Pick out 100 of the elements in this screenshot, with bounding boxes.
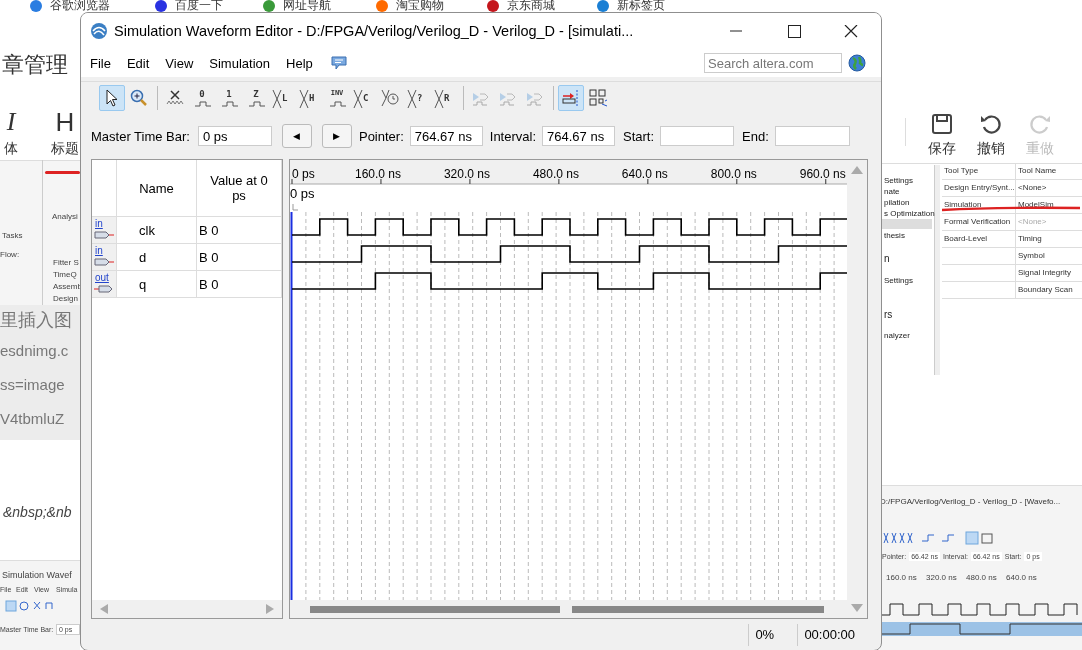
- menu-item[interactable]: Edit: [118, 55, 158, 71]
- table-cell: Simulation: [942, 197, 1016, 214]
- pin-label: out: [95, 273, 109, 283]
- transition-icon: [353, 89, 363, 109]
- redo-icon: [1028, 112, 1052, 136]
- field-label: End:: [742, 128, 769, 144]
- app-icon: [90, 22, 108, 40]
- signal-name: d: [117, 244, 197, 270]
- pasted-text: esdnimg.c: [0, 342, 69, 359]
- settings-item[interactable]: nalyzer: [884, 331, 910, 340]
- pointer-icon: [104, 89, 120, 107]
- tab-label: Tasks: [2, 231, 23, 240]
- field-label: Pointer:: [358, 128, 404, 144]
- tick-label: 320.0 ns: [926, 573, 957, 582]
- settings-item[interactable]: Settings: [884, 276, 913, 285]
- menu-item[interactable]: View: [157, 55, 202, 71]
- unknown-value-icon: [166, 89, 184, 107]
- column-header: Name: [117, 160, 197, 216]
- scroll-down-icon: [851, 604, 863, 612]
- menu-item[interactable]: File: [82, 55, 119, 71]
- scrollbar-thumb[interactable]: [572, 605, 824, 613]
- toolbar-button[interactable]: 0: [189, 85, 215, 111]
- tick-label: 640.0 ns: [1006, 573, 1037, 582]
- menu-item[interactable]: Help: [278, 55, 321, 71]
- toolbar-button[interactable]: 撤销: [977, 112, 1005, 158]
- close-icon: [844, 24, 860, 38]
- undo-icon: [979, 112, 1003, 136]
- field-label: Master Time Bar:: [91, 128, 190, 144]
- toolbar-button[interactable]: 保存: [928, 112, 956, 158]
- time-field[interactable]: 764.67 ns: [542, 126, 616, 146]
- time-field[interactable]: [660, 126, 735, 146]
- thumbnail-title: D:/FPGA/Verilog/Verilog_D - Verilog_D - [Wavefo...: [880, 497, 1061, 506]
- toolbar-button[interactable]: 1: [216, 85, 242, 111]
- chat-icon: [330, 56, 347, 70]
- window-title: Simulation Waveform Editor - D:/FPGA/Verilog/Verilog_D - Verilog_D - [simulati...: [114, 23, 635, 39]
- settings-item[interactable]: nate: [884, 187, 900, 196]
- tree-item: Fitter S: [53, 258, 79, 267]
- page-title: 章管理: [2, 51, 68, 79]
- format-button[interactable]: I 体: [0, 108, 22, 158]
- toolbar-button[interactable]: Z: [243, 85, 269, 111]
- time-field[interactable]: 764.67 ns: [409, 126, 483, 146]
- bookmark-icon: [263, 0, 275, 12]
- table-cell: Board-Level: [942, 231, 1016, 248]
- toolbar-button[interactable]: ?: [405, 85, 431, 111]
- signal-value: B 0: [197, 244, 282, 270]
- settings-item[interactable]: thesis: [884, 231, 905, 240]
- field-label: Interval:: [489, 128, 537, 144]
- settings-item[interactable]: rs: [884, 309, 893, 320]
- toolbar-button[interactable]: [99, 85, 125, 111]
- table-cell: Boundary Scan: [1016, 282, 1082, 299]
- scrollbar-thumb[interactable]: [310, 605, 560, 613]
- master-time-field[interactable]: 0 ps: [197, 126, 272, 146]
- save-icon: [930, 112, 954, 136]
- scroll-right-icon: [266, 604, 274, 614]
- time-field[interactable]: [774, 126, 850, 146]
- column-header: Tool Name: [1016, 163, 1082, 180]
- tick-label: 480.0 ns: [532, 167, 579, 181]
- table-cell: Symbol: [1016, 248, 1082, 265]
- settings-item[interactable]: pilation: [884, 198, 910, 207]
- bookmark-icon: [487, 0, 499, 12]
- toolbar-button[interactable]: C: [351, 85, 377, 111]
- settings-item[interactable]: n: [884, 253, 890, 264]
- toolbar-button[interactable]: H: [297, 85, 323, 111]
- menu-item[interactable]: Simulation: [201, 55, 278, 71]
- tick-label: 160.0 ns: [886, 573, 917, 582]
- pin-label: in: [95, 246, 103, 256]
- snap-to-grid-icon: [561, 89, 581, 107]
- field-label: Start:: [623, 128, 655, 144]
- tick-label: 640.0 ns: [621, 167, 668, 181]
- code-text: &nbsp;&nb: [3, 504, 72, 520]
- transition-icon: [434, 89, 444, 109]
- bookmark-icon: [155, 0, 167, 12]
- next-button[interactable]: ▶: [321, 124, 352, 148]
- toolbar-button[interactable]: L: [270, 85, 296, 111]
- tick-label: 160.0 ns: [354, 167, 401, 181]
- globe-icon: [848, 54, 866, 72]
- signal-name: clk: [117, 217, 197, 243]
- format-button[interactable]: H 标题: [47, 108, 83, 158]
- list-selection: [882, 219, 932, 229]
- transition-icon: [272, 89, 282, 109]
- waveform-icon: [248, 101, 266, 107]
- settings-item[interactable]: s Optimization: [884, 209, 935, 218]
- column-header: Value at 0 ps: [197, 160, 282, 216]
- previous-button[interactable]: ◀: [281, 124, 312, 148]
- search-field[interactable]: Search altera.com: [704, 53, 842, 73]
- pasted-text: ss=image: [0, 376, 65, 393]
- column-header: Tool Type: [942, 163, 1016, 180]
- bookmark-icon: [376, 0, 388, 12]
- scroll-up-icon: [851, 166, 863, 174]
- table-cell: Timing: [1016, 231, 1082, 248]
- settings-item[interactable]: Settings: [884, 176, 913, 185]
- bookmark-icon: [30, 0, 42, 12]
- tick-label: 960.0 ns: [799, 167, 846, 181]
- bookmark-icon: [597, 0, 609, 12]
- toolbar-button[interactable]: R: [432, 85, 458, 111]
- pen-stroke: [45, 171, 80, 174]
- timer-icon: [381, 88, 401, 108]
- flow-label: Flow:: [0, 250, 20, 259]
- time-bar-label: 0 ps: [290, 186, 315, 201]
- transition-icon: [407, 89, 417, 109]
